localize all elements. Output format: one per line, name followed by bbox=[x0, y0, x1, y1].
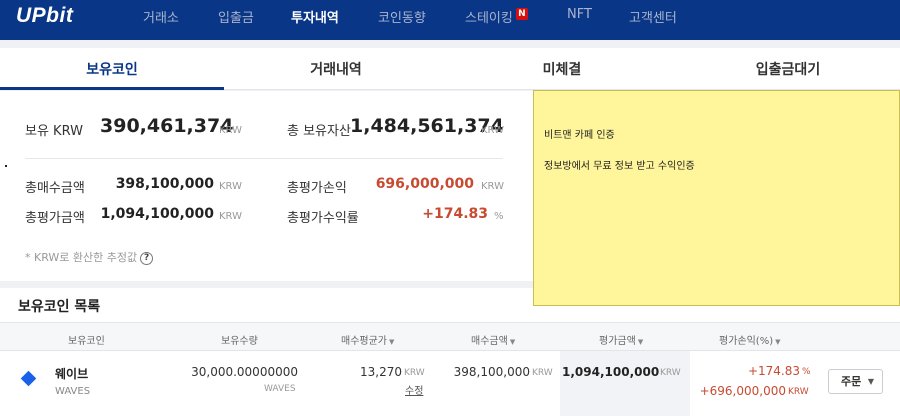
table-row[interactable]: 웨이브 WAVES 30,000.00000000 WAVES 13,270 K… bbox=[0, 351, 900, 416]
col-return[interactable]: 평가손익(%) ▼ bbox=[719, 332, 781, 347]
sort-caret-icon: ▼ bbox=[637, 338, 644, 346]
coin-name[interactable]: 웨이브 bbox=[55, 365, 88, 382]
stray-dot bbox=[5, 165, 7, 167]
sticky-note-line1: 비트맨 카페 인증 bbox=[544, 130, 615, 141]
tab-holdings[interactable]: 보유코인 bbox=[0, 48, 224, 90]
buy-total-label: 총매수금액 bbox=[25, 181, 85, 196]
estimate-note-text: * KRW로 환산한 추정값 bbox=[25, 251, 138, 264]
order-button-label: 주문 bbox=[841, 375, 862, 388]
return-amount-unit: KRW bbox=[788, 387, 809, 397]
col-eval-amount[interactable]: 평가금액 ▼ bbox=[599, 332, 643, 347]
coin-quantity-unit: WAVES bbox=[264, 384, 296, 394]
col-avg-price-label: 매수평균가 bbox=[341, 336, 387, 347]
nav-exchange[interactable]: 거래소 bbox=[143, 7, 179, 26]
nav-support[interactable]: 고객센터 bbox=[629, 7, 677, 26]
col-coin: 보유코인 bbox=[68, 336, 105, 347]
estimate-note: * KRW로 환산한 추정값? bbox=[25, 249, 154, 265]
top-nav: UPbit 거래소 입출금 투자내역 코인동향 스테이킹 N NFT 고객센터 bbox=[0, 0, 900, 40]
eval-total-label: 총평가금액 bbox=[25, 211, 85, 226]
buy-amount-unit: KRW bbox=[532, 368, 553, 378]
coin-list-title: 보유코인 목록 bbox=[18, 299, 101, 315]
total-assets-label: 총 보유자산 bbox=[287, 124, 351, 139]
col-avg-price[interactable]: 매수평균가 ▼ bbox=[341, 332, 394, 347]
eval-amount-unit: KRW bbox=[660, 368, 681, 378]
krw-label: 보유 KRW bbox=[25, 124, 83, 139]
new-badge: N bbox=[515, 8, 528, 20]
return-value: +174.83 bbox=[422, 206, 488, 222]
order-button[interactable]: 주문 ▼ bbox=[828, 369, 883, 394]
eval-cell-bg bbox=[560, 351, 690, 416]
pnl-label: 총평가손익 bbox=[287, 181, 347, 196]
eval-total-unit: KRW bbox=[219, 211, 242, 222]
help-icon[interactable]: ? bbox=[140, 251, 154, 265]
total-assets-unit: KRW bbox=[481, 125, 504, 136]
krw-value: 390,461,374 bbox=[100, 115, 234, 137]
nav-investments[interactable]: 투자내역 bbox=[291, 7, 339, 26]
coin-symbol: WAVES bbox=[55, 386, 91, 397]
coin-table-header: 보유코인 보유수량 매수평균가 ▼ 매수금액 ▼ 평가금액 ▼ 평가손익(%) ▼ bbox=[0, 322, 900, 351]
return-pct-unit: % bbox=[802, 367, 811, 377]
col-buy-amount-label: 매수금액 bbox=[471, 336, 508, 347]
summary-divider bbox=[25, 158, 503, 159]
nav-staking[interactable]: 스테이킹 N bbox=[465, 7, 528, 26]
col-buy-amount[interactable]: 매수금액 ▼ bbox=[471, 332, 515, 347]
return-pct: +174.83 bbox=[747, 364, 800, 378]
sticky-note: 비트맨 카페 인증 정보방에서 무료 정보 받고 수익인증 bbox=[533, 90, 900, 306]
tab-pending-transfers[interactable]: 입출금대기 bbox=[676, 48, 900, 90]
buy-total-unit: KRW bbox=[219, 181, 242, 192]
sort-caret-icon: ▼ bbox=[775, 338, 781, 346]
nav-staking-label: 스테이킹 bbox=[465, 11, 513, 26]
return-amount: +696,000,000 bbox=[699, 384, 786, 398]
upbit-logo[interactable]: UPbit bbox=[16, 4, 73, 28]
eval-total-value: 1,094,100,000 bbox=[100, 206, 214, 222]
chevron-down-icon: ▼ bbox=[867, 377, 874, 386]
sort-caret-icon: ▼ bbox=[389, 338, 395, 346]
buy-amount: 398,100,000 bbox=[453, 365, 530, 379]
eval-amount: 1,094,100,000 bbox=[562, 365, 660, 379]
nav-nft[interactable]: NFT bbox=[567, 7, 592, 22]
sort-caret-icon: ▼ bbox=[509, 338, 516, 346]
coin-quantity: 30,000.00000000 bbox=[191, 365, 298, 379]
pnl-value: 696,000,000 bbox=[375, 176, 474, 192]
tab-open-orders[interactable]: 미체결 bbox=[448, 48, 676, 90]
nav-coin-trends[interactable]: 코인동향 bbox=[378, 7, 426, 26]
waves-coin-icon bbox=[20, 370, 37, 387]
nav-deposit-withdraw[interactable]: 입출금 bbox=[218, 7, 254, 26]
avg-price-unit: KRW bbox=[404, 368, 425, 378]
col-return-label: 평가손익(%) bbox=[719, 336, 774, 347]
total-assets-value: 1,484,561,374 bbox=[350, 115, 504, 137]
sticky-note-line2: 정보방에서 무료 정보 받고 수익인증 bbox=[544, 161, 695, 172]
avg-price: 13,270 bbox=[360, 365, 402, 379]
return-label: 총평가수익률 bbox=[287, 211, 359, 226]
edit-avg-price-link[interactable]: 수정 bbox=[405, 382, 423, 397]
tab-history[interactable]: 거래내역 bbox=[224, 48, 448, 90]
col-quantity: 보유수량 bbox=[221, 336, 258, 347]
col-eval-amount-label: 평가금액 bbox=[599, 336, 636, 347]
buy-total-value: 398,100,000 bbox=[115, 176, 214, 192]
krw-unit: KRW bbox=[219, 125, 242, 136]
return-percent-unit: % bbox=[494, 211, 504, 222]
pnl-unit: KRW bbox=[481, 181, 504, 192]
investment-tabs: 보유코인 거래내역 미체결 입출금대기 bbox=[0, 48, 900, 90]
